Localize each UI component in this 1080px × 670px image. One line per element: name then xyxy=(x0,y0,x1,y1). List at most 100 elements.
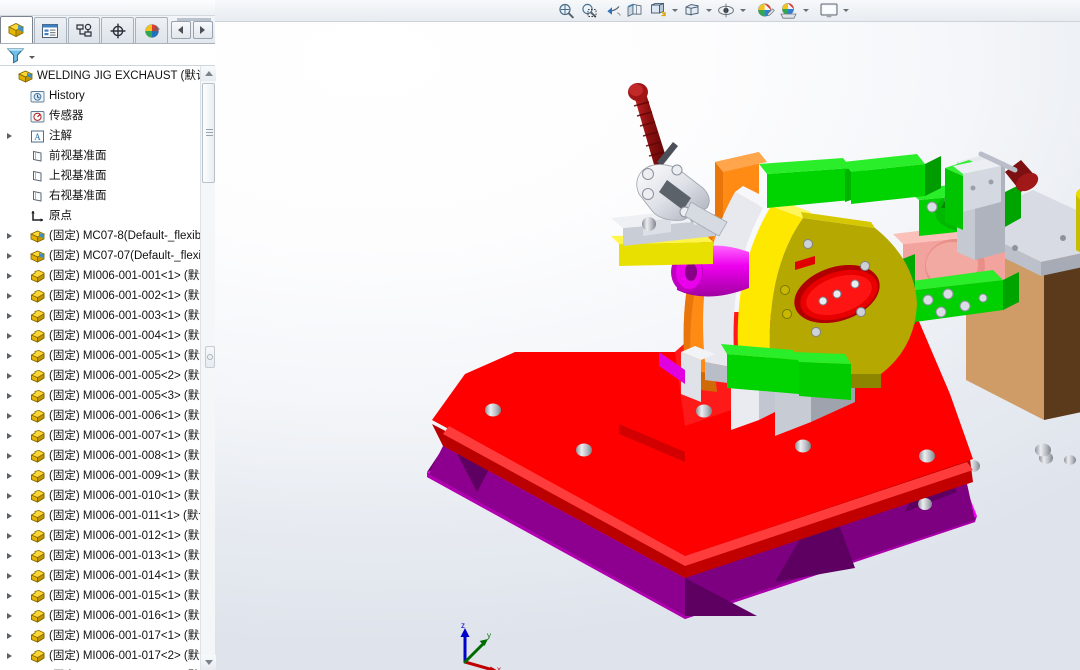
tree-item-icon-wrap xyxy=(28,488,46,504)
zoom-to-fit-icon[interactable] xyxy=(555,1,577,21)
expand-arrow-icon[interactable] xyxy=(2,246,16,266)
hide-show-items-icon[interactable] xyxy=(715,1,737,21)
expand-arrow-icon[interactable] xyxy=(2,266,16,286)
feature-tree[interactable]: WELDING JIG EXCHAUST (默认<默 History 传感器 A 注解前… xyxy=(0,66,215,670)
tree-item[interactable]: (固定) MI006-001-011<1> (默认 xyxy=(0,506,200,526)
display-style-caret-icon[interactable] xyxy=(704,1,714,21)
filter-dropdown-caret-icon[interactable] xyxy=(29,56,35,59)
expand-arrow-icon[interactable] xyxy=(2,466,16,486)
filter-icon[interactable] xyxy=(6,46,26,64)
tree-vertical-scrollbar[interactable] xyxy=(200,66,216,670)
tab-scroll-left-button[interactable] xyxy=(170,21,191,39)
tree-item[interactable]: (固定) MI006-001-004<1> (默认 xyxy=(0,326,200,346)
tree-item[interactable]: (固定) MI006-001-017<1> (默认 xyxy=(0,626,200,646)
tree-item[interactable]: (固定) MC07-07(Default-_flexib xyxy=(0,246,200,266)
expand-arrow-icon[interactable] xyxy=(2,326,16,346)
tree-item[interactable]: History xyxy=(0,86,200,106)
configuration-manager-tab[interactable] xyxy=(67,17,101,43)
tree-item[interactable]: A 注解 xyxy=(0,126,200,146)
expand-arrow-icon[interactable] xyxy=(2,126,16,146)
tree-item[interactable]: (固定) MI006-001-013<1> (默认 xyxy=(0,546,200,566)
previous-view-icon[interactable] xyxy=(601,1,623,21)
expand-arrow-icon[interactable] xyxy=(2,366,16,386)
hide-show-caret-icon[interactable] xyxy=(738,1,748,21)
tree-item-icon-wrap xyxy=(28,508,46,524)
property-manager-tab[interactable] xyxy=(33,17,67,43)
tree-item[interactable]: (固定) MI006-001-005<1> (默认 xyxy=(0,346,200,366)
expand-arrow-icon[interactable] xyxy=(2,526,16,546)
tree-item[interactable]: (固定) MI006-001-007<1> (默认 xyxy=(0,426,200,446)
tab-scroll-right-button[interactable] xyxy=(192,21,213,39)
view-orientation-caret-icon[interactable] xyxy=(670,1,680,21)
scroll-down-button[interactable] xyxy=(201,655,216,670)
tree-item[interactable]: 上视基准面 xyxy=(0,166,200,186)
tree-item[interactable]: 右视基准面 xyxy=(0,186,200,206)
tree-root-item[interactable]: WELDING JIG EXCHAUST (默认<默 xyxy=(0,66,200,86)
expand-arrow-icon[interactable] xyxy=(2,486,16,506)
expand-arrow-icon[interactable] xyxy=(2,646,16,666)
tree-item[interactable]: (固定) MI006-001-017<2> (默认 xyxy=(0,646,200,666)
tree-item[interactable]: (固定) MI006-001-010<1> (默认 xyxy=(0,486,200,506)
feature-manager-tab[interactable] xyxy=(0,16,33,43)
expand-arrow-icon[interactable] xyxy=(2,586,16,606)
section-view-icon[interactable] xyxy=(624,1,646,21)
toggle-clamp-handle xyxy=(628,83,667,168)
tree-item[interactable]: (固定) MI006-001-009<1> (默认 xyxy=(0,466,200,486)
expand-arrow-icon[interactable] xyxy=(2,566,16,586)
display-style-icon[interactable] xyxy=(681,1,703,21)
tree-item[interactable]: (固定) MI006-001-003<1> (默认 xyxy=(0,306,200,326)
viewport-layout-icon[interactable] xyxy=(818,1,840,21)
scroll-up-button[interactable] xyxy=(201,66,216,81)
tree-item-label: WELDING JIG EXCHAUST (默认<默 xyxy=(37,70,200,82)
tree-item-label: (固定) MI006-001-007<1> (默认 xyxy=(49,430,200,442)
apply-scene-caret-icon[interactable] xyxy=(801,1,811,21)
tree-indent-spacer xyxy=(2,166,16,186)
display-manager-tab[interactable] xyxy=(135,17,168,43)
expand-arrow-icon[interactable] xyxy=(2,426,16,446)
tree-item[interactable]: (固定) MI006-001-005<2> (默认 xyxy=(0,366,200,386)
view-toolbar xyxy=(215,0,1080,22)
tree-item[interactable]: (固定) MI006-001-014<1> (默认 xyxy=(0,566,200,586)
expand-arrow-icon[interactable] xyxy=(2,546,16,566)
tree-item[interactable]: (固定) MI006-001-016<1> (默认 xyxy=(0,606,200,626)
expand-arrow-icon[interactable] xyxy=(2,306,16,326)
tree-item-icon-wrap xyxy=(28,348,46,364)
tree-item[interactable]: 传感器 xyxy=(0,106,200,126)
expand-arrow-icon[interactable] xyxy=(2,606,16,626)
apply-scene-icon[interactable] xyxy=(778,1,800,21)
sensors-icon xyxy=(30,110,44,122)
tree-item[interactable]: (固定) MI006-001-001<1> (默认 xyxy=(0,266,200,286)
tree-item[interactable]: 前视基准面 xyxy=(0,146,200,166)
viewport-layout-caret-icon[interactable] xyxy=(841,1,851,21)
expand-arrow-icon[interactable] xyxy=(2,226,16,246)
expand-arrow-icon[interactable] xyxy=(2,386,16,406)
tree-indent-spacer xyxy=(2,186,16,206)
tree-item[interactable]: (固定) MI006-001-012<1> (默认 xyxy=(0,526,200,546)
tree-item[interactable]: (固定) MC07-8(Default-_flexible xyxy=(0,226,200,246)
expand-arrow-icon[interactable] xyxy=(2,346,16,366)
tree-item[interactable]: (固定) MI006-001-005<3> (默认 xyxy=(0,386,200,406)
expand-arrow-icon[interactable] xyxy=(2,626,16,646)
expand-arrow-icon[interactable] xyxy=(2,666,16,670)
tree-item[interactable]: (固定) MI006-001-018<1> (默认 xyxy=(0,666,200,670)
scroll-thumb[interactable] xyxy=(202,83,215,183)
expand-arrow-icon[interactable] xyxy=(2,286,16,306)
tree-item[interactable]: (固定) MI006-001-002<1> (默认 xyxy=(0,286,200,306)
view-orientation-icon[interactable] xyxy=(647,1,669,21)
tree-item[interactable]: (固定) MI006-001-015<1> (默认 xyxy=(0,586,200,606)
triad-y-label: y xyxy=(487,631,491,640)
tree-item-label: (固定) MC07-07(Default-_flexib xyxy=(49,250,200,262)
dimxpert-manager-tab[interactable] xyxy=(101,17,135,43)
tree-item-label: (固定) MI006-001-009<1> (默认 xyxy=(49,470,200,482)
zoom-to-area-icon[interactable] xyxy=(578,1,600,21)
tree-item-icon-wrap xyxy=(28,88,46,104)
panel-splitter-handle[interactable] xyxy=(205,346,215,368)
graphics-viewport[interactable]: z y x 机械图纸狗 xyxy=(215,22,1080,670)
edit-appearance-icon[interactable] xyxy=(755,1,777,21)
expand-arrow-icon[interactable] xyxy=(2,406,16,426)
tree-item[interactable]: 原点 xyxy=(0,206,200,226)
expand-arrow-icon[interactable] xyxy=(2,446,16,466)
tree-item[interactable]: (固定) MI006-001-008<1> (默认 xyxy=(0,446,200,466)
tree-item[interactable]: (固定) MI006-001-006<1> (默认 xyxy=(0,406,200,426)
expand-arrow-icon[interactable] xyxy=(2,506,16,526)
